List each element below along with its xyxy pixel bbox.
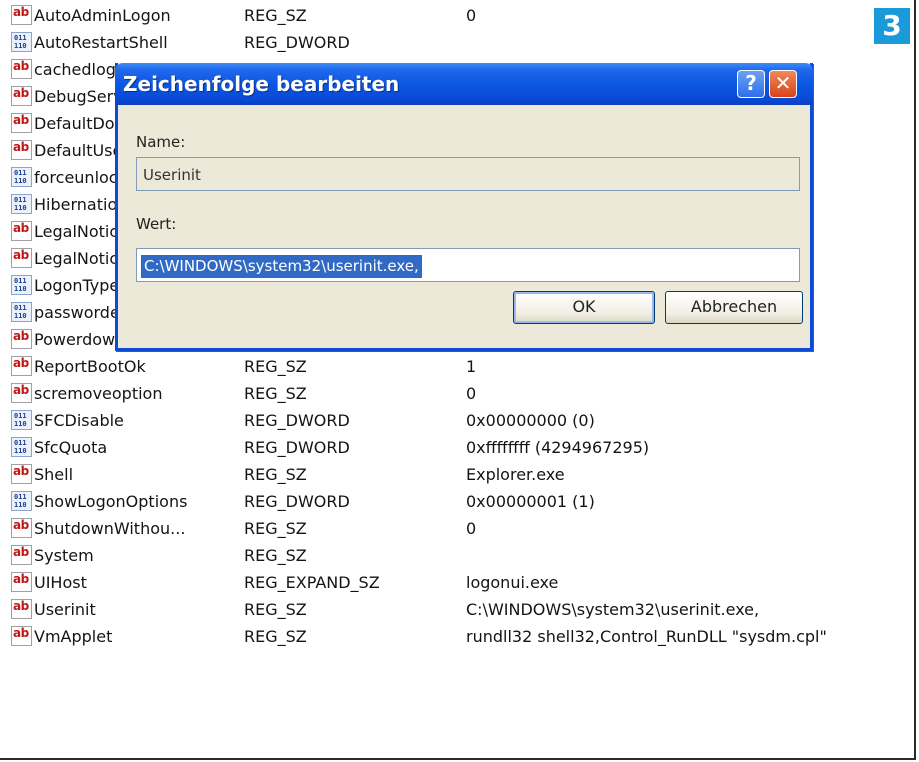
close-button[interactable]: ✕ <box>769 70 797 98</box>
edit-string-dialog: Zeichenfolge bearbeiten ? ✕ Name: Userin… <box>115 63 813 351</box>
registry-value-name: VmApplet <box>34 627 113 646</box>
registry-value-type: REG_SZ <box>244 519 307 538</box>
binary-value-icon: 011 110 <box>11 194 32 214</box>
registry-row[interactable]: 011 110 ShowLogonOptions REG_DWORD 0x0000000… <box>8 488 870 515</box>
registry-value-type: REG_DWORD <box>244 411 350 430</box>
registry-value-name: SfcQuota <box>34 438 108 457</box>
step-badge: 3 <box>874 8 910 44</box>
binary-value-icon: 011 110 <box>11 437 32 457</box>
string-value-icon: ab <box>11 464 32 484</box>
registry-value-data: 1 <box>466 357 477 376</box>
binary-value-icon: 011 110 <box>11 32 32 52</box>
string-value-icon: ab <box>11 248 32 268</box>
registry-row[interactable]: 011 110 SFCDisable REG_DWORD 0x00000000 (0) <box>8 407 870 434</box>
string-value-icon: ab <box>11 221 32 241</box>
registry-value-data: 0 <box>466 519 477 538</box>
string-value-icon: ab <box>11 113 32 133</box>
registry-value-type: REG_SZ <box>244 627 307 646</box>
registry-value-type: REG_SZ <box>244 384 307 403</box>
string-value-icon: ab <box>11 626 32 646</box>
registry-value-type: REG_SZ <box>244 6 307 25</box>
registry-row[interactable]: ab ReportBootOk REG_SZ 1 <box>8 353 870 380</box>
registry-value-name: SFCDisable <box>34 411 124 430</box>
registry-row[interactable]: ab scremoveoption REG_SZ 0 <box>8 380 870 407</box>
registry-row[interactable]: ab AutoAdminLogon REG_SZ 0 <box>8 2 870 29</box>
name-label: Name: <box>136 133 186 151</box>
registry-row[interactable]: ab UIHost REG_EXPAND_SZ logonui.exe <box>8 569 870 596</box>
registry-value-type: REG_DWORD <box>244 492 350 511</box>
registry-row[interactable]: ab Userinit REG_SZ C:\WINDOWS\system32\user… <box>8 596 870 623</box>
registry-value-type: REG_SZ <box>244 357 307 376</box>
registry-value-data: rundll32 shell32,Control_RunDLL "sysdm.c… <box>466 627 827 646</box>
registry-value-name: AutoAdminLogon <box>34 6 171 25</box>
binary-value-icon: 011 110 <box>11 410 32 430</box>
string-value-icon: ab <box>11 86 32 106</box>
registry-value-type: REG_SZ <box>244 600 307 619</box>
binary-value-icon: 011 110 <box>11 491 32 511</box>
dialog-title: Zeichenfolge bearbeiten <box>123 72 400 96</box>
string-value-icon: ab <box>11 383 32 403</box>
registry-value-data: Explorer.exe <box>466 465 565 484</box>
registry-value-data: logonui.exe <box>466 573 559 592</box>
registry-value-name: UIHost <box>34 573 87 592</box>
string-value-icon: ab <box>11 59 32 79</box>
registry-value-data: 0x00000001 (1) <box>466 492 595 511</box>
name-field-value: Userinit <box>143 166 201 184</box>
string-value-icon: ab <box>11 545 32 565</box>
registry-value-data: 0 <box>466 6 477 25</box>
registry-value-name: ReportBootOk <box>34 357 146 376</box>
binary-value-icon: 011 110 <box>11 275 32 295</box>
registry-value-type: REG_SZ <box>244 465 307 484</box>
registry-value-data: C:\WINDOWS\system32\userinit.exe, <box>466 600 760 619</box>
string-value-icon: ab <box>11 329 32 349</box>
cancel-button[interactable]: Abbrechen <box>665 291 803 324</box>
registry-value-type: REG_DWORD <box>244 438 350 457</box>
registry-value-name: ShutdownWithou... <box>34 519 186 538</box>
registry-value-type: REG_DWORD <box>244 33 350 52</box>
registry-row[interactable]: 011 110 AutoRestartShell REG_DWORD <box>8 29 870 56</box>
registry-value-name: ShowLogonOptions <box>34 492 188 511</box>
help-icon: ? <box>745 71 757 95</box>
string-value-icon: ab <box>11 599 32 619</box>
registry-value-data: 0xffffffff (4294967295) <box>466 438 650 457</box>
registry-row[interactable]: 011 110 SfcQuota REG_DWORD 0xffffffff (42949… <box>8 434 870 461</box>
registry-row[interactable]: ab System REG_SZ <box>8 542 870 569</box>
registry-row[interactable]: ab ShutdownWithou... REG_SZ 0 <box>8 515 870 542</box>
registry-value-name: Userinit <box>34 600 96 619</box>
registry-value-name: Shell <box>34 465 74 484</box>
string-value-icon: ab <box>11 5 32 25</box>
registry-value-data: 0x00000000 (0) <box>466 411 595 430</box>
help-button[interactable]: ? <box>737 70 765 98</box>
registry-value-data: 0 <box>466 384 477 403</box>
binary-value-icon: 011 110 <box>11 167 32 187</box>
registry-value-name: System <box>34 546 94 565</box>
string-value-icon: ab <box>11 140 32 160</box>
registry-value-type: REG_SZ <box>244 546 307 565</box>
registry-row[interactable]: ab VmApplet REG_SZ rundll32 shell32,Control… <box>8 623 870 650</box>
registry-value-name: AutoRestartShell <box>34 33 168 52</box>
value-input-text: C:\WINDOWS\system32\userinit.exe, <box>141 255 422 278</box>
close-icon: ✕ <box>774 71 792 95</box>
ok-button[interactable]: OK <box>513 291 655 324</box>
string-value-icon: ab <box>11 518 32 538</box>
registry-value-name: scremoveoption <box>34 384 163 403</box>
value-label: Wert: <box>136 215 177 233</box>
dialog-titlebar[interactable]: Zeichenfolge bearbeiten ? ✕ <box>115 63 813 105</box>
string-value-icon: ab <box>11 572 32 592</box>
registry-value-name: LogonType <box>34 276 120 295</box>
string-value-icon: ab <box>11 356 32 376</box>
name-field: Userinit <box>136 157 800 191</box>
registry-value-type: REG_EXPAND_SZ <box>244 573 380 592</box>
value-input[interactable]: C:\WINDOWS\system32\userinit.exe, <box>136 248 800 282</box>
binary-value-icon: 011 110 <box>11 302 32 322</box>
registry-row[interactable]: ab Shell REG_SZ Explorer.exe <box>8 461 870 488</box>
